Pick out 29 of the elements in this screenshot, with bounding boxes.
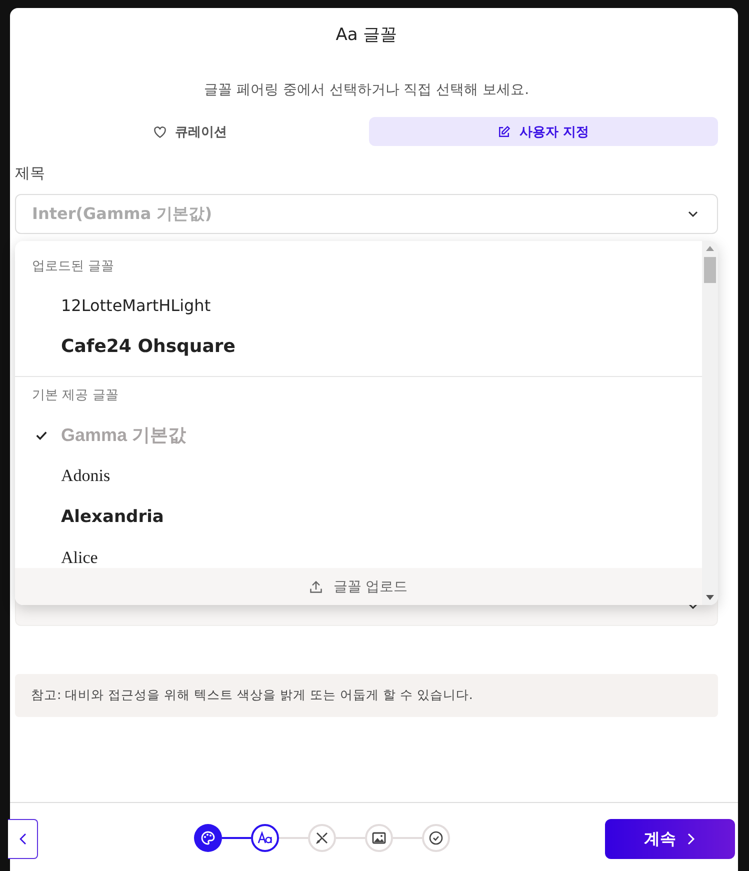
brush-icon	[314, 830, 330, 846]
subtitle-text: 글꼴 페어링 중에서 선택하거나 직접 선택해 보세요.	[204, 81, 530, 99]
font-option[interactable]: Alice	[15, 548, 702, 568]
back-button[interactable]	[8, 819, 38, 859]
chevron-left-icon	[18, 832, 28, 846]
check-circle-icon	[428, 830, 444, 846]
group-heading: 업로드된 글꼴	[31, 258, 116, 275]
field-label: 제목	[15, 164, 46, 183]
upload-button[interactable]: 글꼴 업로드	[15, 568, 702, 605]
font-option[interactable]: 12LotteMartHLight	[15, 296, 702, 316]
font-option[interactable]: Cafe24 Ohsquare	[15, 337, 702, 357]
tab[interactable]: 큐레이션	[15, 117, 364, 146]
note-text: 참고: 대비와 접근성을 위해 텍스트 색상을 밝게 또는 어둡게 할 수 있습니다.	[31, 687, 473, 702]
text-icon	[256, 830, 272, 846]
font-option[interactable]: Adonis	[15, 466, 702, 486]
chevron-right-icon	[686, 832, 696, 846]
image-icon	[370, 830, 386, 846]
dialog-title: Aa 글꼴	[336, 24, 398, 46]
edit-icon	[497, 124, 512, 138]
group-heading: 기본 제공 글꼴	[31, 387, 120, 404]
continue-button[interactable]: 계속	[605, 819, 735, 859]
palette-icon	[200, 830, 216, 846]
step-indicator[interactable]	[250, 824, 278, 852]
font-option[interactable]: Alexandria	[15, 507, 702, 527]
tab[interactable]: 사용자 지정	[368, 117, 718, 146]
heart-icon	[152, 124, 167, 138]
upload-icon	[309, 580, 324, 594]
step-indicator[interactable]	[194, 824, 222, 852]
scrollbar[interactable]	[702, 241, 718, 605]
